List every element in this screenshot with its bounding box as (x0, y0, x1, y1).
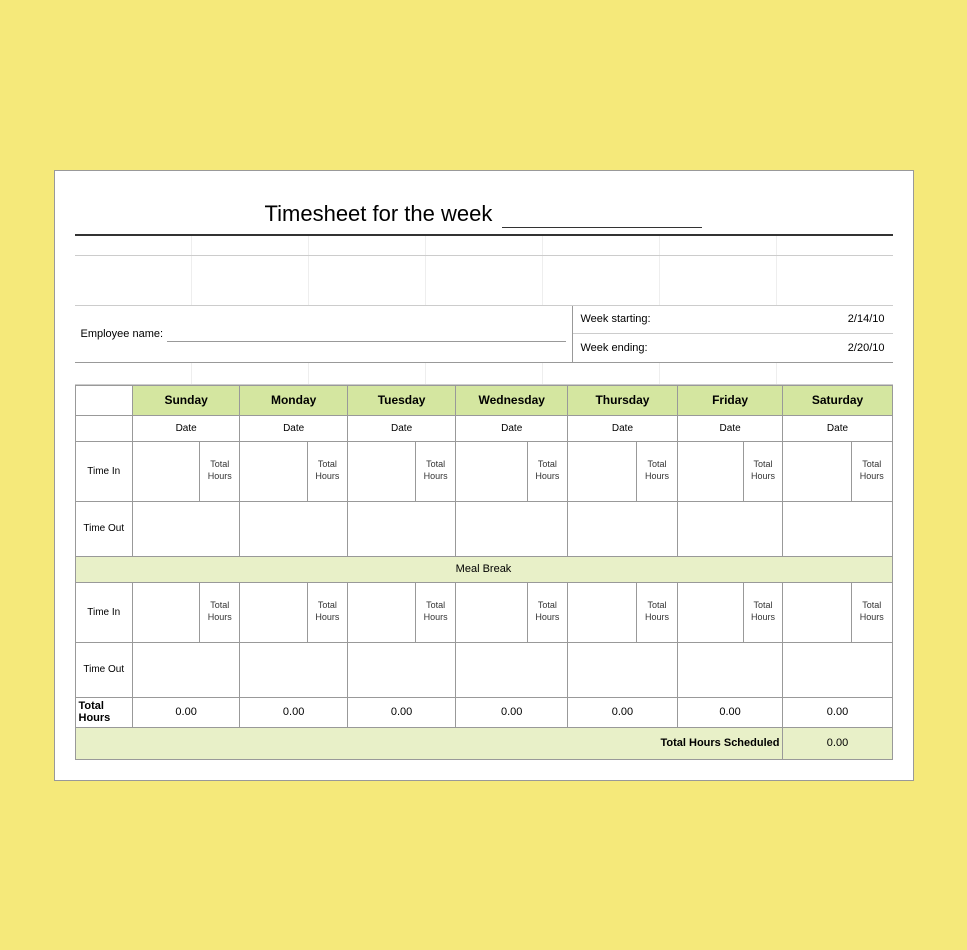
tuesday-time-out-2[interactable] (347, 642, 455, 697)
friday-time-out[interactable] (677, 501, 783, 556)
info-section: Employee name: Week starting: 2/14/10 We… (75, 306, 893, 363)
tuesday-total-hours-2: TotalHours (416, 582, 456, 642)
week-ending-value: 2/20/10 (848, 342, 885, 354)
date-row: Date Date Date Date Date Date Date (75, 415, 892, 441)
employee-name-input[interactable] (167, 326, 565, 342)
thursday-time-in-2[interactable] (568, 582, 637, 642)
wednesday-time-in-2[interactable] (456, 582, 527, 642)
monday-total-hours-2: TotalHours (307, 582, 347, 642)
monday-date[interactable]: Date (240, 415, 348, 441)
time-in-label: Time In (75, 441, 132, 501)
thursday-time-out[interactable] (568, 501, 677, 556)
time-in-label-2: Time In (75, 582, 132, 642)
friday-header: Friday (677, 385, 783, 415)
employee-name-label: Employee name: (81, 328, 164, 340)
friday-total: 0.00 (677, 697, 783, 727)
time-out-label: Time Out (75, 501, 132, 556)
saturday-total: 0.00 (783, 697, 892, 727)
friday-date[interactable]: Date (677, 415, 783, 441)
grand-total-label: Total Hours Scheduled (75, 727, 783, 759)
thursday-total-hours-1: TotalHours (637, 441, 677, 501)
friday-total-hours-1: TotalHours (743, 441, 783, 501)
time-in-row: Time In TotalHours TotalHours TotalHours… (75, 441, 892, 501)
thursday-time-out-2[interactable] (568, 642, 677, 697)
monday-header: Monday (240, 385, 348, 415)
week-starting-label: Week starting: (581, 313, 848, 325)
grand-total-row: Total Hours Scheduled 0.00 (75, 727, 892, 759)
wednesday-time-out[interactable] (456, 501, 568, 556)
title-underline[interactable] (502, 201, 702, 228)
employee-name-area: Employee name: (75, 306, 573, 362)
saturday-total-hours-2: TotalHours (852, 582, 892, 642)
sunday-total-hours-1: TotalHours (200, 441, 240, 501)
sunday-header: Sunday (132, 385, 239, 415)
week-ending-row: Week ending: 2/20/10 (573, 334, 893, 362)
saturday-time-in-2[interactable] (783, 582, 852, 642)
monday-time-in-2[interactable] (240, 582, 308, 642)
thursday-time-in[interactable] (568, 441, 637, 501)
time-out-label-2: Time Out (75, 642, 132, 697)
tuesday-time-in-2[interactable] (347, 582, 415, 642)
monday-total: 0.00 (240, 697, 348, 727)
sunday-time-out-2[interactable] (132, 642, 239, 697)
time-out-row: Time Out (75, 501, 892, 556)
tuesday-total: 0.00 (347, 697, 455, 727)
title-row: Timesheet for the week (75, 191, 893, 236)
tuesday-time-in[interactable] (347, 441, 415, 501)
wednesday-time-in[interactable] (456, 441, 527, 501)
week-starting-row: Week starting: 2/14/10 (573, 306, 893, 334)
sunday-total: 0.00 (132, 697, 239, 727)
friday-total-hours-2: TotalHours (743, 582, 783, 642)
monday-time-out-2[interactable] (240, 642, 348, 697)
tuesday-date[interactable]: Date (347, 415, 455, 441)
wednesday-header: Wednesday (456, 385, 568, 415)
time-out-row-2: Time Out (75, 642, 892, 697)
thursday-total: 0.00 (568, 697, 677, 727)
total-hours-row-label: Total Hours (75, 697, 132, 727)
tuesday-header: Tuesday (347, 385, 455, 415)
day-header-row: Sunday Monday Tuesday Wednesday Thursday… (75, 385, 892, 415)
saturday-date[interactable]: Date (783, 415, 892, 441)
saturday-time-in[interactable] (783, 441, 852, 501)
week-info-area: Week starting: 2/14/10 Week ending: 2/20… (573, 306, 893, 362)
thursday-date[interactable]: Date (568, 415, 677, 441)
tuesday-total-hours-1: TotalHours (416, 441, 456, 501)
friday-time-in-2[interactable] (677, 582, 743, 642)
thursday-total-hours-2: TotalHours (637, 582, 677, 642)
monday-time-out[interactable] (240, 501, 348, 556)
wednesday-total-hours-2: TotalHours (527, 582, 568, 642)
saturday-total-hours-1: TotalHours (852, 441, 892, 501)
time-in-row-2: Time In TotalHours TotalHours TotalHours… (75, 582, 892, 642)
thursday-header: Thursday (568, 385, 677, 415)
meal-break-label: Meal Break (75, 556, 892, 582)
title-text: Timesheet for the week (265, 201, 493, 226)
total-hours-summary-row: Total Hours 0.00 0.00 0.00 0.00 0.00 0.0… (75, 697, 892, 727)
week-ending-label: Week ending: (581, 342, 848, 354)
sunday-time-in[interactable] (132, 441, 199, 501)
meal-break-row: Meal Break (75, 556, 892, 582)
tuesday-time-out[interactable] (347, 501, 455, 556)
timesheet-page: Timesheet for the week Employee name: (54, 170, 914, 781)
wednesday-total-hours-1: TotalHours (527, 441, 568, 501)
week-starting-value: 2/14/10 (848, 313, 885, 325)
saturday-header: Saturday (783, 385, 892, 415)
grand-total-value: 0.00 (783, 727, 892, 759)
sunday-time-out[interactable] (132, 501, 239, 556)
wednesday-date[interactable]: Date (456, 415, 568, 441)
monday-time-in[interactable] (240, 441, 308, 501)
friday-time-in[interactable] (677, 441, 743, 501)
sunday-total-hours-2: TotalHours (200, 582, 240, 642)
saturday-time-out[interactable] (783, 501, 892, 556)
wednesday-time-out-2[interactable] (456, 642, 568, 697)
saturday-time-out-2[interactable] (783, 642, 892, 697)
wednesday-total: 0.00 (456, 697, 568, 727)
sunday-date[interactable]: Date (132, 415, 239, 441)
friday-time-out-2[interactable] (677, 642, 783, 697)
main-table: Sunday Monday Tuesday Wednesday Thursday… (75, 385, 893, 760)
sunday-time-in-2[interactable] (132, 582, 199, 642)
monday-total-hours-1: TotalHours (307, 441, 347, 501)
